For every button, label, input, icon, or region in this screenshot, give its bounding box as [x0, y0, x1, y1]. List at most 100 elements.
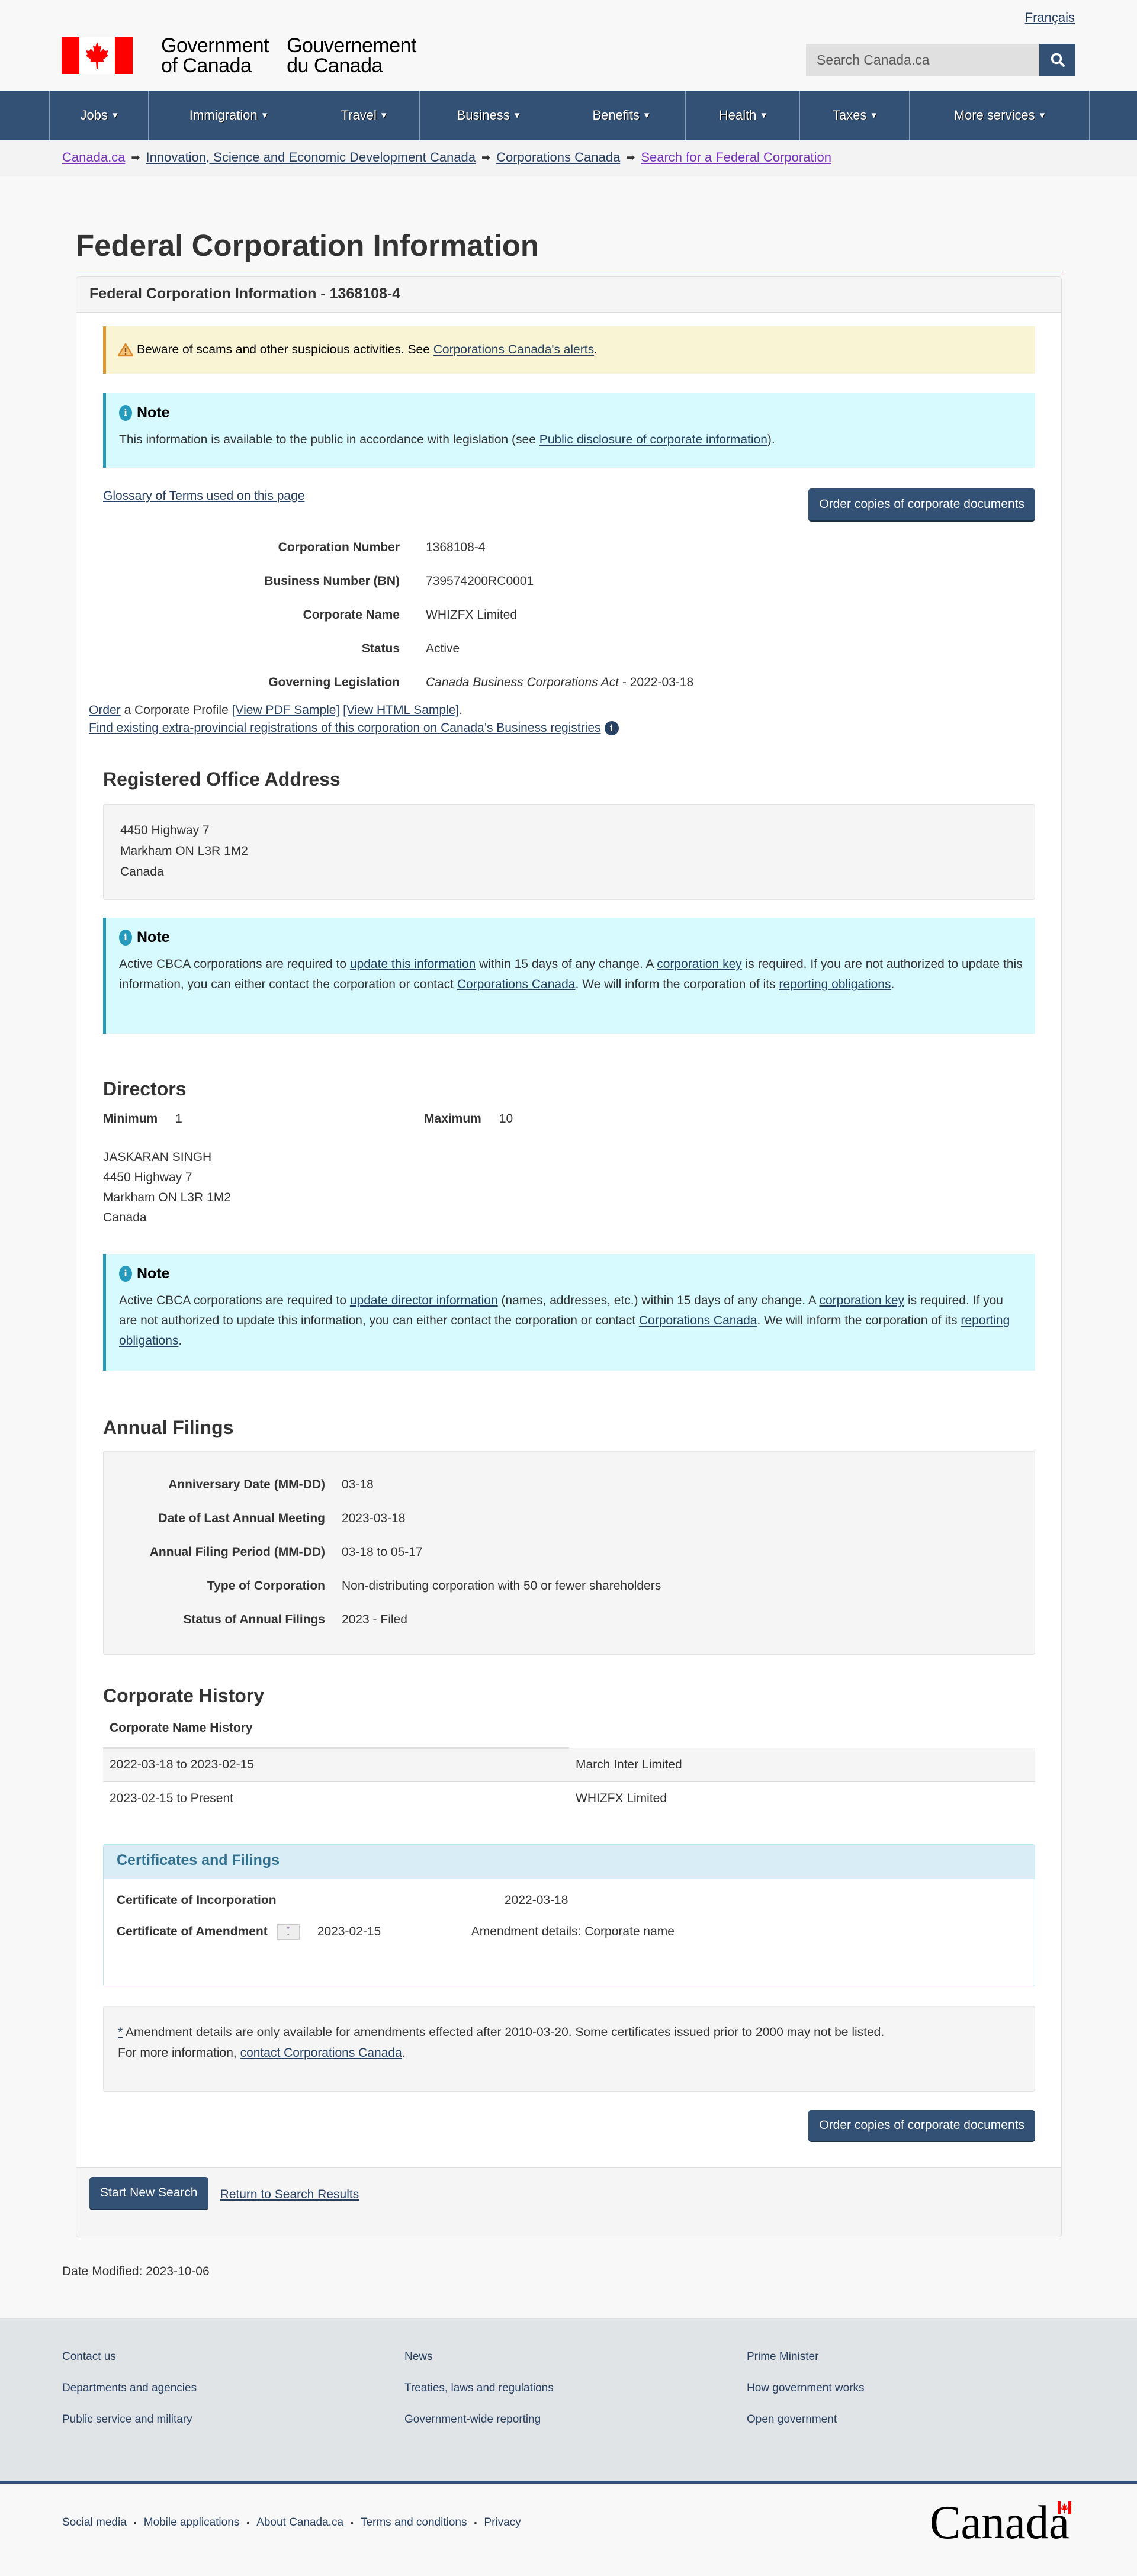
- menu-label: Benefits: [592, 108, 640, 123]
- cert-date: 2022-03-18: [505, 1893, 568, 1907]
- name-cell: March Inter Limited: [569, 1747, 1035, 1781]
- search-input[interactable]: [806, 44, 1039, 76]
- panel-footer: Start New Search Return to Search Result…: [76, 2167, 1061, 2237]
- note-text: Active CBCA corporations are required to: [119, 1294, 350, 1307]
- menu-item-business[interactable]: Business ▾: [419, 91, 557, 140]
- breadcrumb-corporations-canada[interactable]: Corporations Canada: [496, 150, 620, 165]
- public-disclosure-link[interactable]: Public disclosure of corporate informati…: [539, 433, 767, 446]
- menu-label: Immigration: [189, 108, 258, 123]
- contact-corporations-canada-link[interactable]: contact Corporations Canada: [240, 2046, 402, 2060]
- certificates-heading: Certificates and Filings: [104, 1845, 1035, 1879]
- directors-heading: Directors: [103, 1078, 187, 1099]
- cert-date: 2023-02-15: [317, 1925, 381, 1938]
- corporation-key-link[interactable]: corporation key: [657, 957, 742, 971]
- address-line: Canada: [103, 1211, 147, 1224]
- view-pdf-sample-link[interactable]: [View PDF Sample]: [232, 703, 340, 717]
- maple-leaf-icon: [86, 42, 108, 69]
- footer-link-terms[interactable]: Terms and conditions: [361, 2516, 467, 2529]
- reporting-obligations-link[interactable]: reporting obligations: [779, 977, 891, 991]
- update-information-link[interactable]: update this information: [350, 957, 476, 971]
- annual-filings-details: Anniversary Date (MM-DD) 03-18 Date of La…: [103, 1451, 1035, 1655]
- panel-title: Federal Corporation Information - 136810…: [76, 277, 1061, 313]
- menu-item-taxes[interactable]: Taxes ▾: [799, 91, 909, 140]
- footnote-star-link[interactable]: *: [118, 2025, 123, 2039]
- footer-link-contact-us[interactable]: Contact us: [62, 2350, 197, 2363]
- act-name: Canada Business Corporations Act: [426, 675, 619, 689]
- menu-item-benefits[interactable]: Benefits ▾: [557, 91, 685, 140]
- business-registries-link[interactable]: Find existing extra-provincial registrat…: [89, 721, 601, 735]
- business-number: 739574200RC0001: [426, 574, 534, 588]
- footer-link-treaties[interactable]: Treaties, laws and regulations: [404, 2382, 554, 2394]
- annual-filings-heading: Annual Filings: [103, 1417, 234, 1438]
- name-history-table: Corporate Name History 2022-03-18 to 202…: [103, 1710, 1035, 1815]
- arrow-right-icon: ➡: [131, 151, 140, 163]
- menu-item-health[interactable]: Health ▾: [685, 91, 799, 140]
- period-cell: 2022-03-18 to 2023-02-15: [103, 1747, 569, 1781]
- menu-item-travel[interactable]: Travel ▾: [308, 91, 419, 140]
- search-button[interactable]: [1039, 44, 1075, 76]
- menu-item-jobs[interactable]: Jobs ▾: [49, 91, 148, 140]
- registered-office-heading: Registered Office Address: [103, 768, 341, 790]
- corporations-canada-link[interactable]: Corporations Canada: [457, 977, 576, 991]
- footer-link-how-government-works[interactable]: How government works: [747, 2382, 865, 2394]
- footer-link-prime-minister[interactable]: Prime Minister: [747, 2350, 865, 2363]
- corporations-canada-link[interactable]: Corporations Canada: [639, 1314, 757, 1327]
- menu-item-immigration[interactable]: Immigration ▾: [148, 91, 308, 140]
- menu-item-more-services[interactable]: More services ▾: [909, 91, 1089, 140]
- field-label: Corporate Name: [303, 607, 400, 622]
- name-cell: WHIZFX Limited: [569, 1781, 1035, 1815]
- breadcrumb-ised[interactable]: Innovation, Science and Economic Develop…: [146, 150, 476, 165]
- footer-link-open-government[interactable]: Open government: [747, 2413, 865, 2426]
- start-new-search-button[interactable]: Start New Search: [89, 2177, 208, 2210]
- note-title: Note: [137, 929, 170, 946]
- dash-icon: -: [287, 1930, 290, 1938]
- punct: .: [178, 1334, 182, 1348]
- order-documents-button[interactable]: Order copies of corporate documents: [808, 488, 1035, 522]
- view-html-sample-link[interactable]: [View HTML Sample]: [343, 703, 459, 717]
- min-label: Minimum: [103, 1112, 158, 1125]
- field-label: Status: [361, 641, 400, 655]
- footer-link-departments[interactable]: Departments and agencies: [62, 2382, 197, 2394]
- canada-flag-icon: [62, 37, 133, 74]
- arrow-right-icon: ➡: [626, 151, 635, 163]
- bullet-separator: •: [351, 2518, 354, 2527]
- info-icon: i: [119, 929, 132, 946]
- footer-link-public-service[interactable]: Public service and military: [62, 2413, 197, 2426]
- director-name: JASKARAN SINGH: [103, 1150, 212, 1164]
- return-to-results-link[interactable]: Return to Search Results: [220, 2188, 359, 2202]
- address-line: Markham ON L3R 1M2: [120, 844, 248, 858]
- field-label: Anniversary Date (MM-DD): [168, 1477, 325, 1491]
- amendment-details-toggle[interactable]: * -: [277, 1924, 300, 1940]
- field-label: Status of Annual Filings: [183, 1612, 325, 1626]
- corporation-type: Non-distributing corporation with 50 or …: [342, 1578, 661, 1593]
- corporations-canada-alerts-link[interactable]: Corporations Canada's alerts: [433, 343, 594, 357]
- note-text: within 15 days of any change. A: [476, 957, 657, 971]
- footer-link-mobile-apps[interactable]: Mobile applications: [144, 2516, 240, 2529]
- order-profile-link[interactable]: Order: [89, 703, 121, 717]
- footer-link-reporting[interactable]: Government-wide reporting: [404, 2413, 554, 2426]
- language-toggle-link[interactable]: Français: [1025, 10, 1075, 25]
- address-line: 4450 Highway 7: [103, 1170, 192, 1184]
- field-label: Business Number (BN): [264, 574, 400, 588]
- punct: .: [459, 703, 463, 717]
- bullet-separator: •: [246, 2518, 250, 2527]
- info-icon[interactable]: i: [604, 721, 619, 736]
- order-documents-button-bottom[interactable]: Order copies of corporate documents: [808, 2110, 1035, 2142]
- glossary-link[interactable]: Glossary of Terms used on this page: [103, 489, 304, 503]
- breadcrumb-canada-ca[interactable]: Canada.ca: [62, 150, 125, 165]
- filing-period: 03-18 to 05-17: [342, 1545, 423, 1559]
- note-title: Note: [137, 1265, 170, 1282]
- brand-fr-line1: Gouvernement: [287, 34, 416, 57]
- footer-link-about[interactable]: About Canada.ca: [256, 2516, 343, 2529]
- footnote-text: Amendment details are only available for…: [123, 2025, 885, 2039]
- update-director-information-link[interactable]: update director information: [350, 1294, 498, 1307]
- bottom-actions-wrap: Order copies of corporate documents: [103, 277, 1035, 2142]
- punct: .: [594, 343, 598, 356]
- footer-link-news[interactable]: News: [404, 2350, 554, 2363]
- corporation-key-link[interactable]: corporation key: [819, 1294, 904, 1307]
- breadcrumb-search-federal-corp[interactable]: Search for a Federal Corporation: [641, 150, 831, 165]
- footer-link-social-media[interactable]: Social media: [62, 2516, 127, 2529]
- footer-link-privacy[interactable]: Privacy: [484, 2516, 521, 2529]
- goc-signature[interactable]: Government of Canada Gouvernement du Can…: [62, 36, 416, 76]
- registered-office-address: 4450 Highway 7 Markham ON L3R 1M2 Canada: [103, 804, 1035, 900]
